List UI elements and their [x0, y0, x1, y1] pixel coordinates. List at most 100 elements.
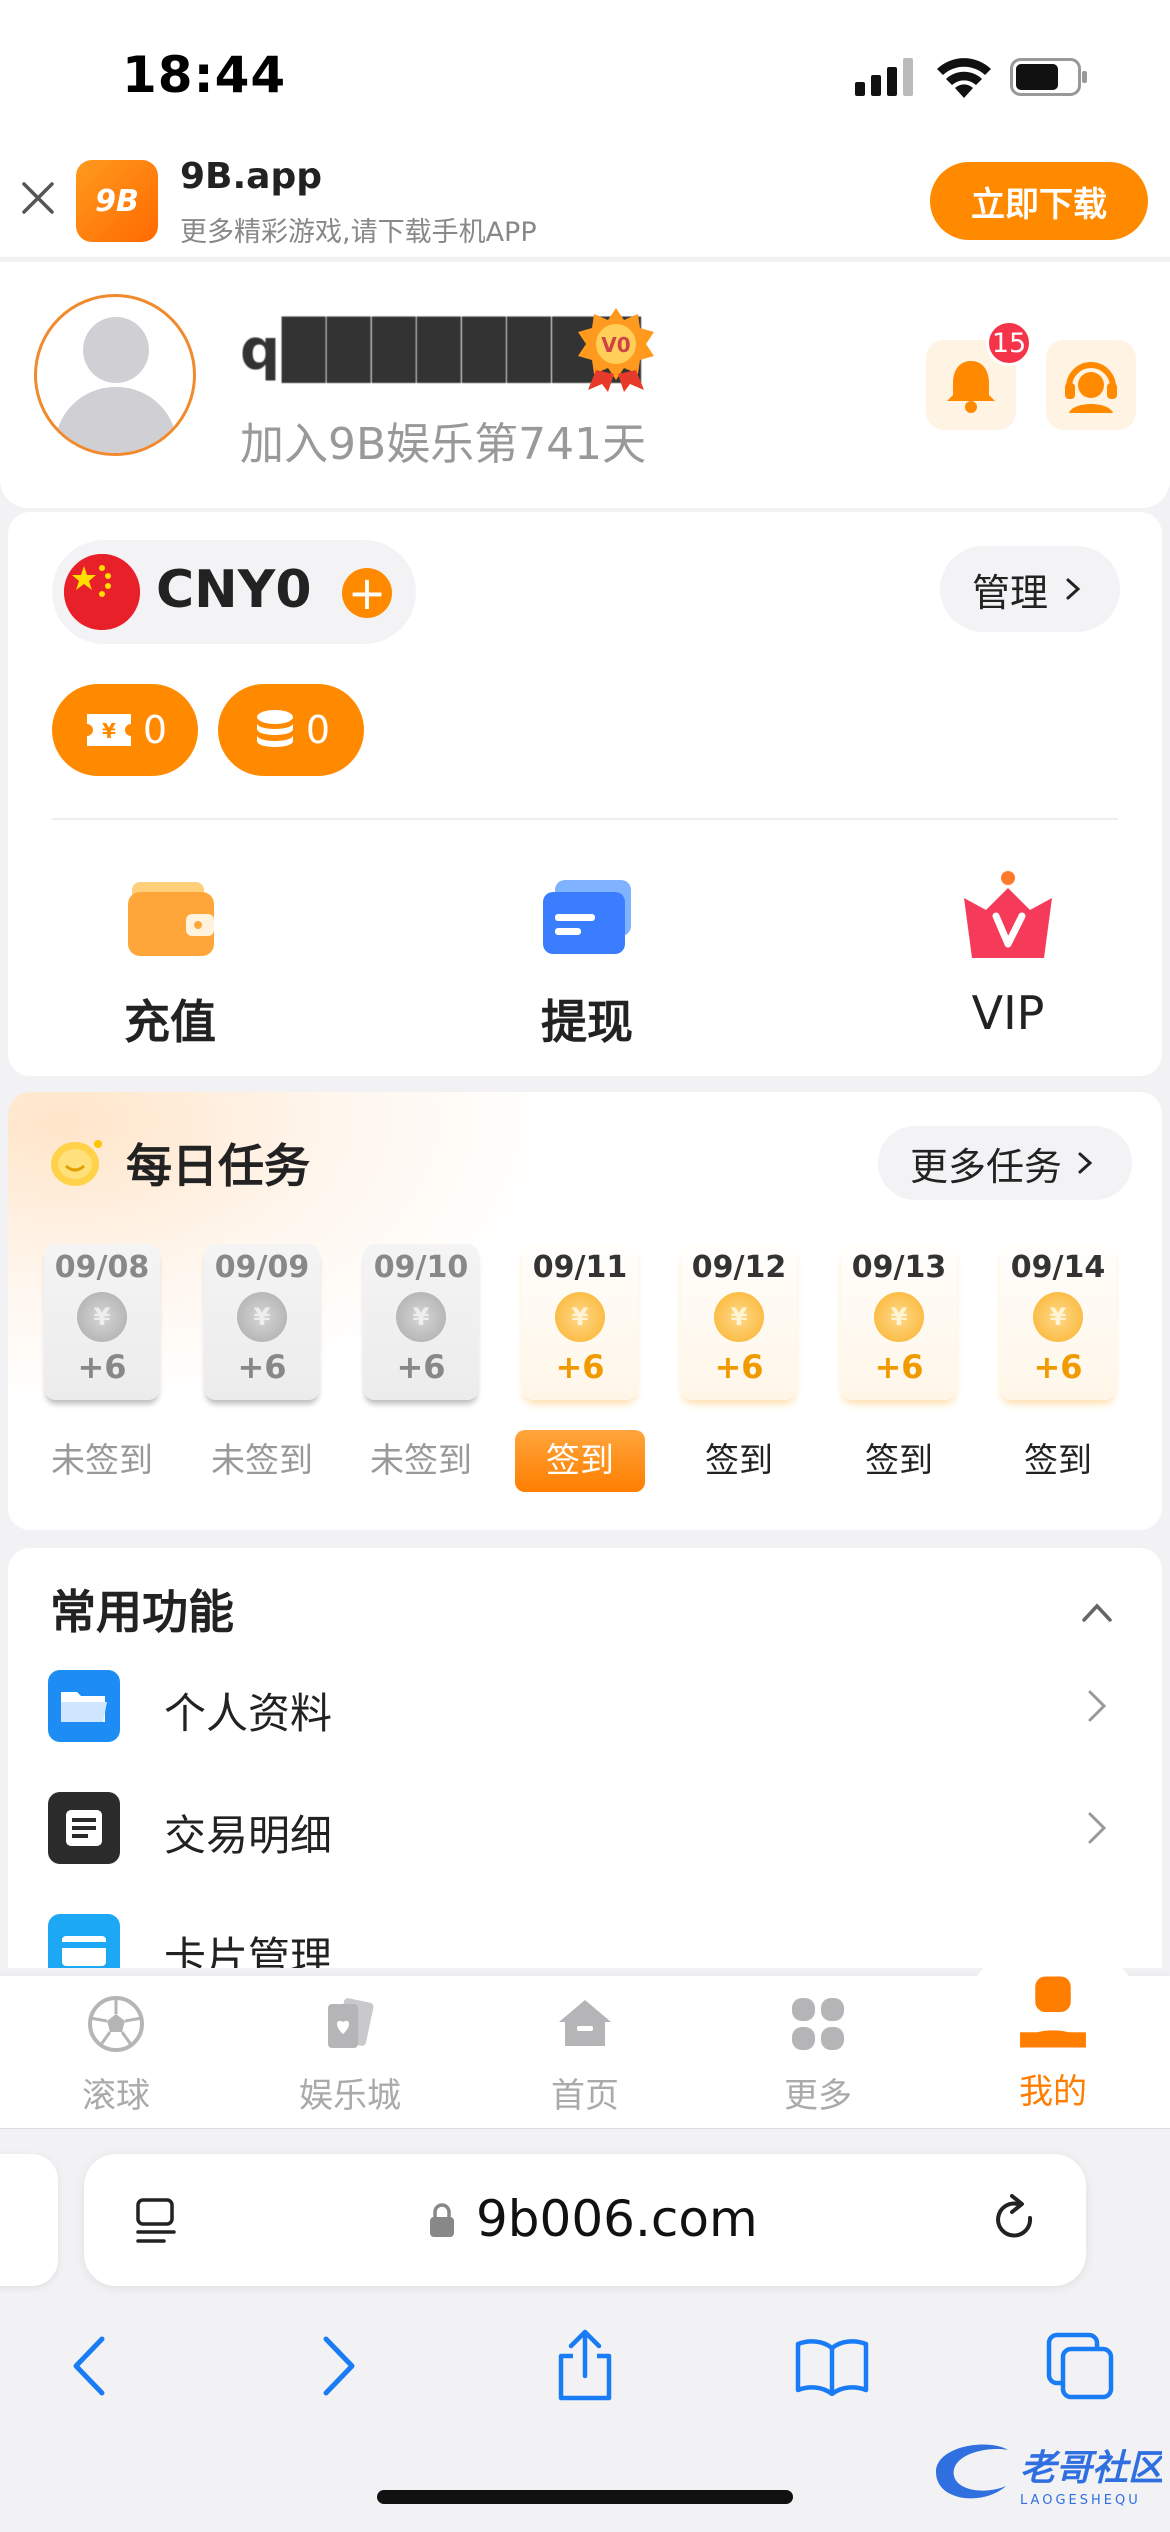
points-balance[interactable]: 0 — [218, 684, 364, 776]
previous-tab-preview[interactable] — [0, 2154, 58, 2286]
cards-icon — [328, 1998, 374, 2048]
address-bar[interactable]: 9b006.com — [84, 2154, 1086, 2286]
chevron-right-icon — [1088, 1812, 1107, 1844]
function-row-profile[interactable]: 个人资料 — [8, 1644, 1162, 1764]
document-icon — [48, 1792, 120, 1864]
daily-task-day[interactable]: 09/09 ¥ +6 未签到 — [204, 1244, 320, 1492]
chevron-up-icon[interactable] — [1080, 1600, 1114, 1624]
tabs-button[interactable] — [1040, 2326, 1120, 2406]
common-functions-title: 常用功能 — [50, 1585, 234, 1639]
page-menu-icon[interactable] — [134, 2196, 182, 2246]
check-in-button[interactable]: 签到 — [515, 1430, 645, 1492]
function-label: 交易明细 — [164, 1811, 333, 1860]
deposit-label: 充值 — [124, 995, 216, 1049]
download-button[interactable]: 立即下载 — [930, 162, 1148, 240]
coins-stack-icon — [256, 710, 293, 747]
tab-home[interactable]: 首页 — [485, 1994, 685, 2117]
day-date: 09/11 — [532, 1250, 628, 1285]
profile-header: q████████ V0 加入9B娱乐第741天 15 — [0, 262, 1170, 508]
tab-live-betting[interactable]: 滚球 — [16, 1994, 216, 2117]
grid-icon — [792, 1998, 844, 2050]
china-flag-icon — [64, 554, 140, 630]
divider — [52, 818, 1118, 820]
daily-task-day[interactable]: 09/13 ¥ +6 签到 — [841, 1244, 957, 1492]
share-button[interactable] — [545, 2326, 625, 2406]
currency-balance[interactable]: CNY0 + — [52, 540, 416, 644]
coupon-balance[interactable]: ¥ 0 — [52, 684, 198, 776]
wifi-icon — [937, 58, 991, 98]
coin-icon: ¥ — [1033, 1292, 1083, 1342]
chevron-right-icon — [1088, 1690, 1107, 1722]
day-status: 签到 — [705, 1441, 773, 1481]
tab-casino[interactable]: 娱乐城 — [250, 1994, 450, 2117]
more-tasks-button[interactable]: 更多任务 — [878, 1126, 1132, 1200]
wallet-icon — [128, 882, 214, 956]
withdraw-action[interactable]: 提现 — [487, 868, 687, 1052]
user-icon — [1020, 1976, 1086, 2048]
app-subtitle: 更多精彩游戏,请下载手机APP — [180, 217, 537, 248]
bookmarks-button[interactable] — [792, 2326, 872, 2406]
balance-value: 0 — [275, 560, 312, 620]
coin-icon: ¥ — [396, 1292, 446, 1342]
day-status: 签到 — [1024, 1441, 1092, 1481]
day-reward: +6 — [1033, 1348, 1083, 1386]
function-row-transactions[interactable]: 交易明细 — [8, 1766, 1162, 1886]
function-row-cards[interactable]: 卡片管理 — [8, 1888, 1162, 1968]
daily-task-day[interactable]: 09/14 ¥ +6 签到 — [1000, 1244, 1116, 1492]
day-reward: +6 — [237, 1348, 287, 1386]
daily-tasks-title: 每日任务 — [126, 1139, 310, 1193]
close-icon[interactable] — [18, 178, 58, 218]
deposit-action[interactable]: 充值 — [70, 868, 270, 1052]
svg-text:LAOGESHEQU: LAOGESHEQU — [1020, 2493, 1141, 2508]
tab-mine[interactable]: 我的 — [953, 1976, 1153, 2113]
chevron-right-icon — [1078, 1152, 1093, 1174]
daily-tasks-card: 每日任务 更多任务 09/08 ¥ +6 未签到 09/09 ¥ +6 未签到 09/10 ¥ +6… — [8, 1092, 1162, 1530]
tab-label: 首页 — [551, 2076, 619, 2116]
day-date: 09/13 — [851, 1250, 947, 1285]
manage-button[interactable]: 管理 — [940, 546, 1120, 632]
book-icon — [795, 2339, 869, 2396]
coin-icon: ¥ — [874, 1292, 924, 1342]
vip-action[interactable]: VIP — [908, 868, 1108, 1040]
coin-icon: ¥ — [714, 1292, 764, 1342]
customer-service-button[interactable] — [1046, 340, 1136, 430]
app-logo: 9B — [76, 160, 158, 242]
more-tasks-label: 更多任务 — [909, 1144, 1062, 1189]
day-card: 09/11 ¥ +6 — [522, 1244, 638, 1400]
daily-task-day[interactable]: 09/12 ¥ +6 签到 — [681, 1244, 797, 1492]
day-card: 09/08 ¥ +6 — [44, 1244, 160, 1400]
coin-smile-icon — [51, 1140, 102, 1186]
chevron-right-icon — [1066, 578, 1081, 600]
tab-more[interactable]: 更多 — [718, 1994, 918, 2117]
reload-icon[interactable] — [990, 2194, 1040, 2248]
function-label: 个人资料 — [164, 1689, 333, 1738]
notification-count-badge: 15 — [986, 320, 1032, 366]
battery-icon — [1010, 58, 1087, 96]
app-download-banner: 9B 9B.app 更多精彩游戏,请下载手机APP 立即下载 — [0, 140, 1170, 258]
tab-label: 更多 — [784, 2076, 852, 2116]
card-icon — [48, 1914, 120, 1968]
forward-button[interactable] — [300, 2326, 380, 2406]
coin-icon: ¥ — [555, 1292, 605, 1342]
day-card: 09/13 ¥ +6 — [841, 1244, 957, 1400]
day-card: 09/09 ¥ +6 — [204, 1244, 320, 1400]
home-indicator — [377, 2490, 793, 2504]
daily-task-day[interactable]: 09/08 ¥ +6 未签到 — [44, 1244, 160, 1492]
day-date: 09/14 — [1010, 1250, 1106, 1285]
day-reward: +6 — [874, 1348, 924, 1386]
avatar[interactable] — [34, 294, 196, 456]
svg-text:¥: ¥ — [102, 719, 116, 743]
daily-task-day[interactable]: 09/11 ¥ +6 签到 — [515, 1244, 645, 1492]
app-name: 9B.app — [180, 156, 322, 197]
back-button[interactable] — [48, 2326, 128, 2406]
day-status: 未签到 — [51, 1441, 153, 1481]
coin-icon: ¥ — [237, 1292, 287, 1342]
day-date: 09/09 — [214, 1250, 310, 1285]
daily-task-day[interactable]: 09/10 ¥ +6 未签到 — [363, 1244, 479, 1492]
day-reward: +6 — [77, 1348, 127, 1386]
vip-level-badge-icon[interactable]: V0 — [574, 306, 658, 392]
day-status: 未签到 — [211, 1441, 313, 1481]
balance-text: CNY0 — [156, 560, 312, 620]
lock-icon — [430, 2203, 454, 2237]
add-funds-button[interactable]: + — [342, 568, 392, 618]
